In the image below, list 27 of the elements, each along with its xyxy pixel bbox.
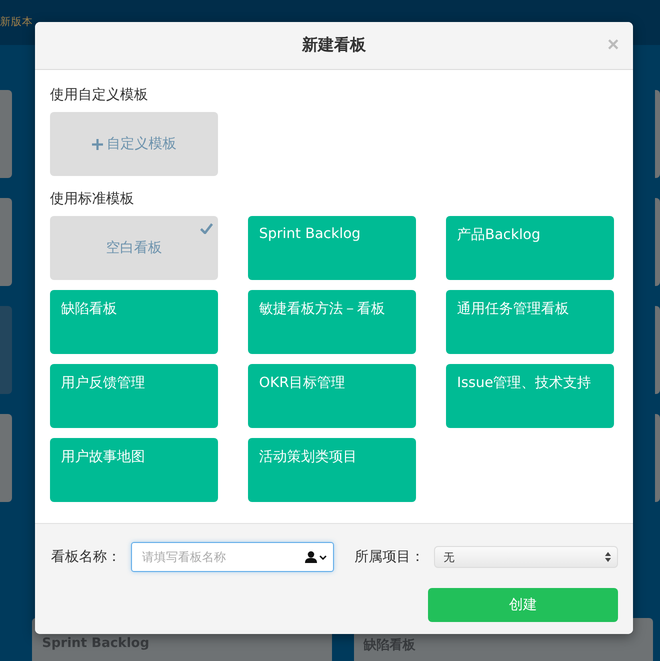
template-tile[interactable]: 用户反馈管理 — [50, 364, 218, 428]
check-icon — [200, 223, 213, 234]
template-tile[interactable]: 缺陷看板 — [50, 290, 218, 354]
template-tile[interactable]: 活动策划类项目 — [248, 438, 416, 502]
field-label: 所属项目： — [354, 548, 424, 566]
plus-icon — [92, 138, 102, 150]
template-tile[interactable]: 敏捷看板方法－看板 — [248, 290, 416, 354]
template-tile[interactable]: 通用任务管理看板 — [446, 290, 614, 354]
section-label: 使用标准模板 — [50, 190, 135, 208]
project-select[interactable]: 无 — [434, 546, 618, 568]
template-tile[interactable]: 产品Backlog — [446, 216, 614, 280]
template-tile[interactable]: Sprint Backlog — [248, 216, 416, 280]
create-button[interactable]: 创建 — [428, 588, 618, 622]
dialog-title: 新建看板 — [302, 35, 366, 56]
updown-arrow-icon — [605, 552, 611, 562]
name-input-field[interactable]: 请填写看板名称 — [142, 550, 306, 564]
banner-text: 新版本 — [0, 14, 33, 28]
template-tile[interactable]: 用户故事地图 — [50, 438, 218, 502]
custom-template-button[interactable]: 自定义模板 — [50, 112, 218, 176]
close-button[interactable]: × — [607, 35, 619, 55]
person-dropdown-icon — [305, 551, 328, 563]
section-label: 使用自定义模板 — [50, 86, 149, 104]
name-field[interactable]: 请填写看板名称 — [131, 542, 334, 572]
template-tile[interactable]: 空白看板 — [50, 216, 218, 280]
field-label: 看板名称： — [51, 548, 121, 566]
template-tile[interactable]: OKR目标管理 — [248, 364, 416, 428]
template-tile[interactable]: Issue管理、技术支持 — [446, 364, 614, 428]
